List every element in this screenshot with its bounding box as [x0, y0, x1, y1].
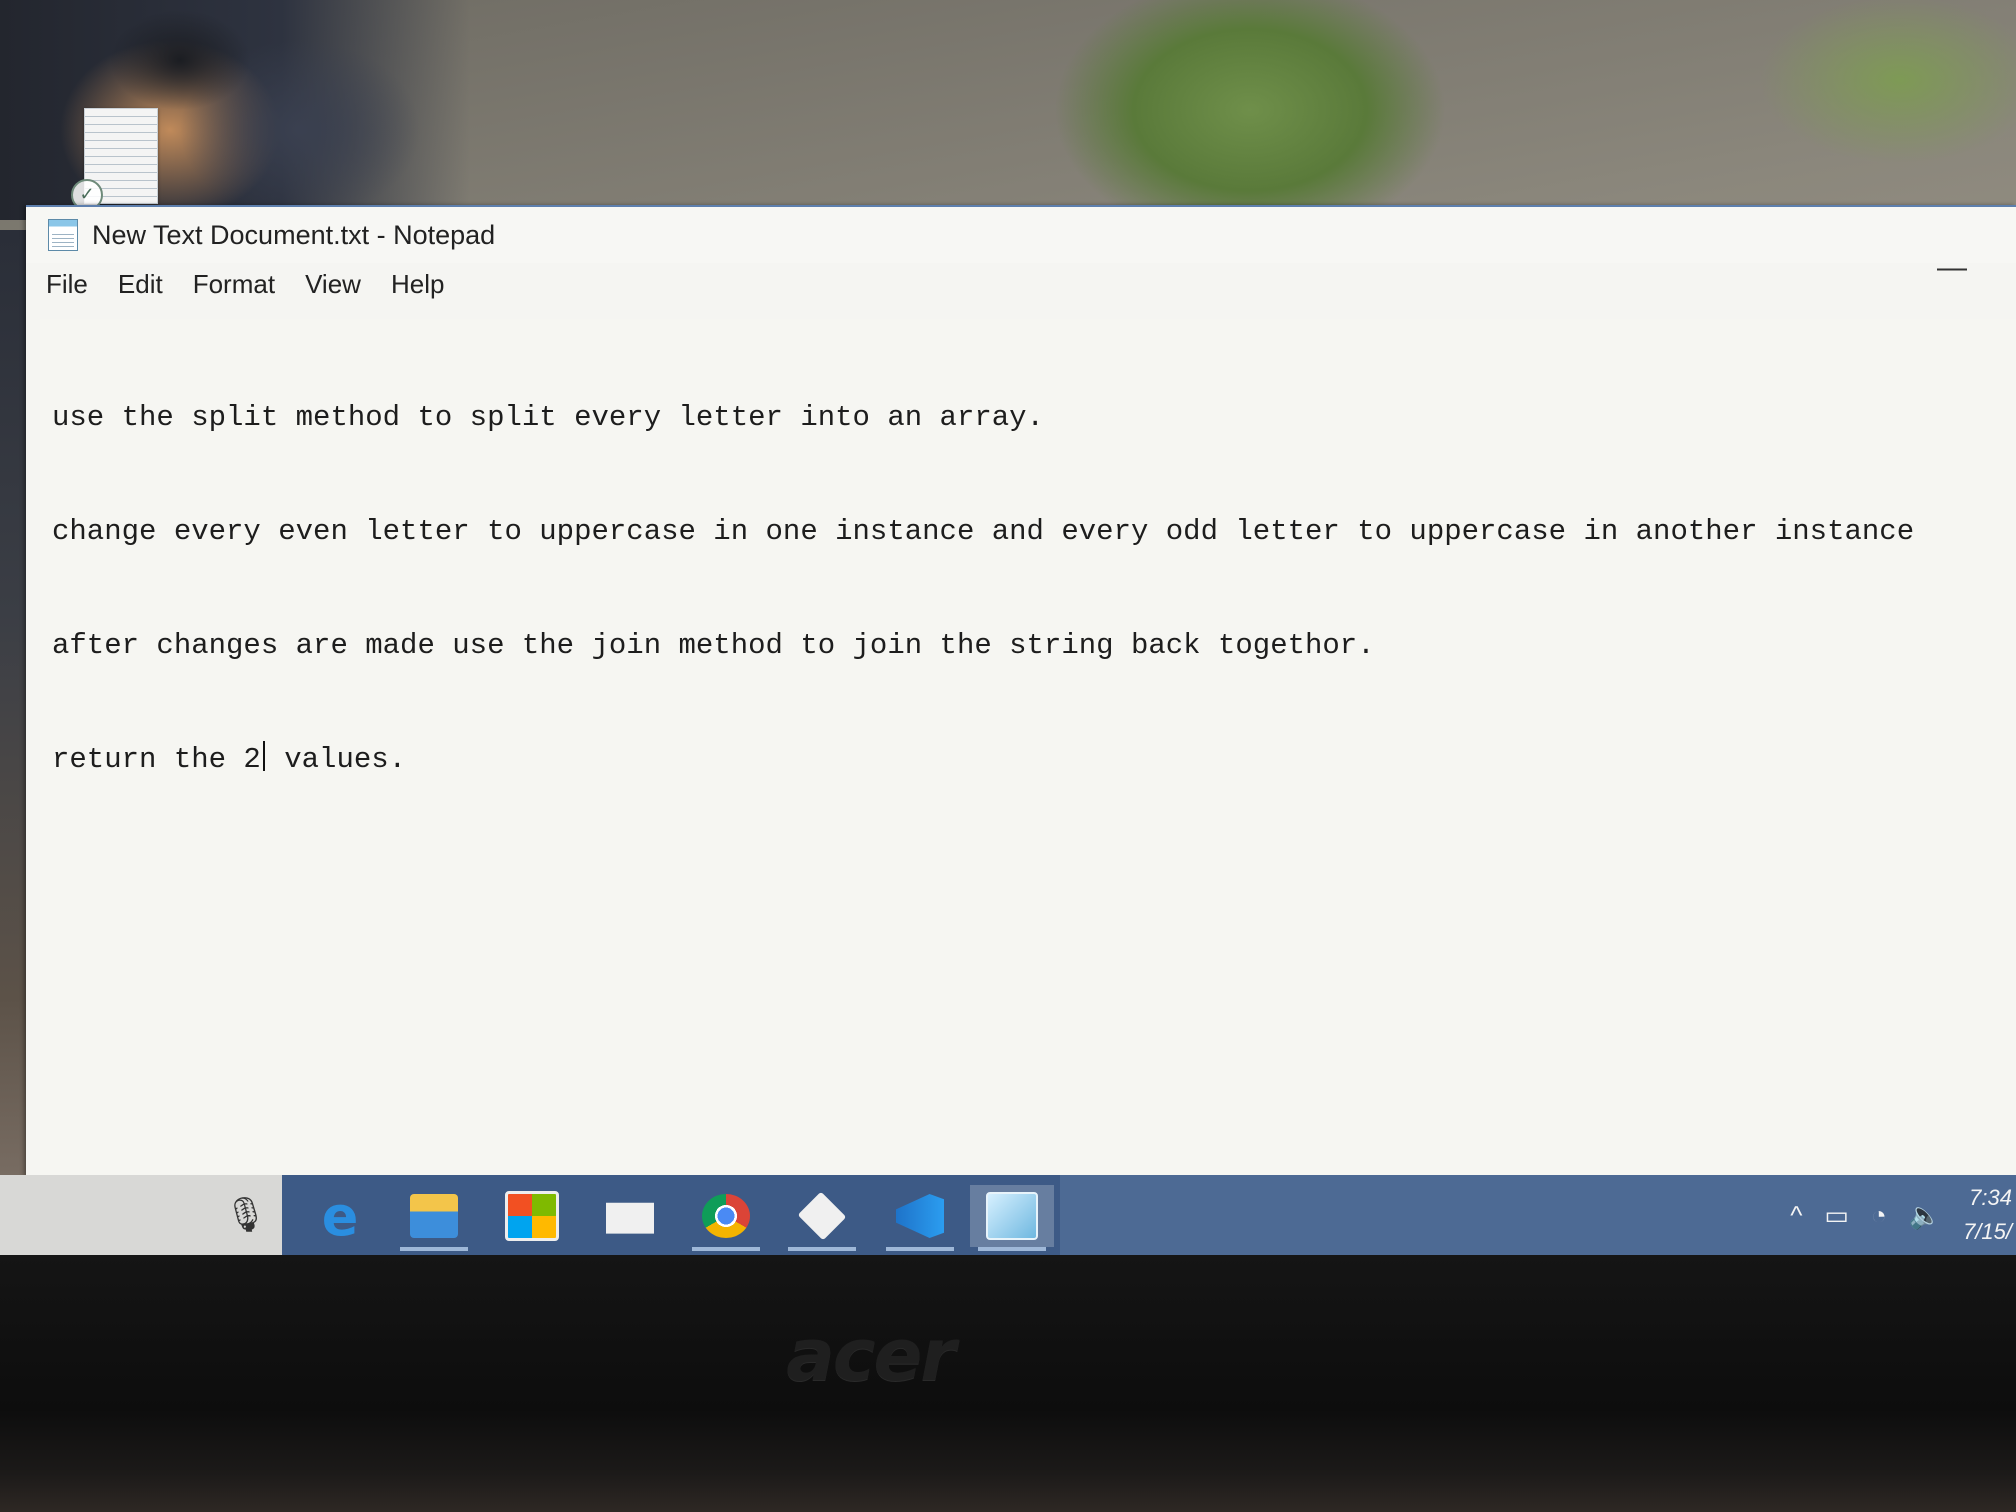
taskbar-edge[interactable]: e	[298, 1184, 382, 1248]
editor-line-2: change every even letter to uppercase in…	[52, 515, 1915, 548]
taskbar-store[interactable]	[490, 1185, 574, 1247]
wifi-icon[interactable]: ◔	[1871, 1200, 1887, 1231]
taskbar-mail[interactable]	[588, 1185, 672, 1247]
menu-bar: File Edit Format View Help	[26, 263, 2016, 305]
system-tray: ^ ▭ ◔ 🔈 7:34 7/15/	[1790, 1175, 2016, 1255]
taskbar: 🎙 e ^ ▭ ◔ 🔈 7:34 7/15/	[0, 1175, 2016, 1255]
running-indicator	[886, 1247, 954, 1251]
running-indicator	[400, 1247, 468, 1251]
microphone-icon[interactable]: 🎙	[224, 1195, 267, 1235]
mail-icon	[606, 1202, 654, 1234]
menu-view[interactable]: View	[305, 269, 361, 300]
window-title: New Text Document.txt - Notepad	[92, 219, 496, 250]
monitor-brand-logo: acer	[786, 1313, 956, 1397]
clock[interactable]: 7:34 7/15/	[1963, 1181, 2012, 1249]
monitor-bezel: acer	[0, 1255, 2016, 1512]
volume-icon[interactable]: 🔈	[1909, 1200, 1941, 1231]
notepad-app-icon	[48, 219, 78, 251]
clock-date: 7/15/	[1963, 1219, 2012, 1244]
editor-line-4-after-caret: values.	[266, 743, 407, 776]
text-caret	[262, 741, 265, 771]
minimize-button[interactable]: —	[1934, 253, 1970, 283]
title-bar[interactable]: New Text Document.txt - Notepad	[26, 207, 2016, 263]
notepad-icon	[986, 1192, 1038, 1240]
taskbar-vscode[interactable]	[878, 1185, 962, 1251]
edge-icon: e	[321, 1184, 359, 1248]
running-indicator	[788, 1247, 856, 1251]
taskbar-git[interactable]	[780, 1185, 864, 1251]
editor-line-3: after changes are made use the join meth…	[52, 629, 1375, 662]
running-indicator	[692, 1247, 760, 1251]
menu-edit[interactable]: Edit	[118, 269, 163, 300]
editor-line-4: return the 2 values.	[52, 741, 2004, 779]
store-icon	[505, 1191, 559, 1241]
taskbar-chrome[interactable]	[684, 1185, 768, 1251]
editor-line-4-before-caret: return the 2	[52, 743, 261, 776]
text-editor-area[interactable]: use the split method to split every lett…	[40, 319, 2016, 1177]
desktop-text-file-icon[interactable]: ✓	[71, 108, 158, 211]
menu-help[interactable]: Help	[391, 269, 444, 300]
vscode-icon	[896, 1194, 944, 1238]
battery-icon[interactable]: ▭	[1824, 1200, 1849, 1231]
git-icon	[797, 1191, 847, 1241]
clock-time: 7:34	[1969, 1185, 2012, 1210]
editor-line-1: use the split method to split every lett…	[52, 401, 1044, 434]
show-hidden-icons-chevron[interactable]: ^	[1790, 1200, 1802, 1231]
file-explorer-icon	[410, 1194, 458, 1238]
chrome-icon	[702, 1194, 750, 1238]
wallpaper-dog-photo	[0, 0, 470, 220]
taskbar-file-explorer[interactable]	[392, 1185, 476, 1251]
running-indicator	[978, 1247, 1046, 1251]
menu-file[interactable]: File	[46, 269, 88, 300]
taskbar-notepad[interactable]	[970, 1185, 1054, 1251]
menu-format[interactable]: Format	[193, 269, 275, 300]
notepad-window: New Text Document.txt - Notepad — File E…	[26, 205, 2016, 1177]
